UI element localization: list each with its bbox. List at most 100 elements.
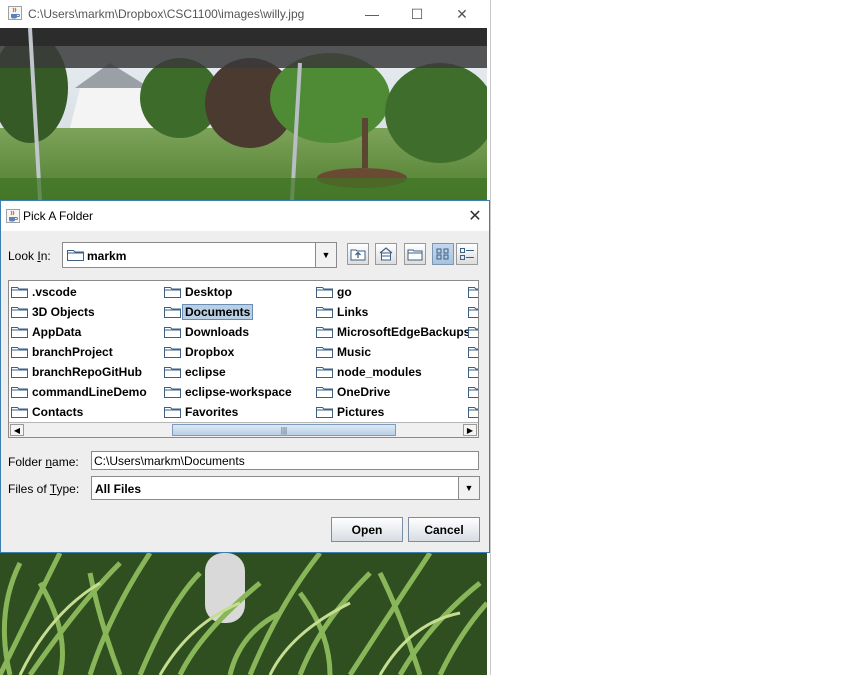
folder-list-item[interactable]: Downloads [164,323,249,341]
folder-icon [11,307,28,318]
folder-list-item[interactable]: node_modules [316,363,422,381]
folder-list-item[interactable]: Pictures [316,403,384,421]
folder-icon [11,367,28,378]
folder-list-item[interactable]: MicrosoftEdgeBackups [316,323,470,341]
folder-list-item[interactable]: branchProject [11,343,113,361]
folder-list-item[interactable]: Documents [164,303,254,321]
chevron-down-icon[interactable]: ▼ [458,477,479,499]
folder-name-input[interactable] [91,451,479,470]
open-button[interactable]: Open [331,517,403,542]
folder-list-item[interactable]: eclipse [164,363,226,381]
look-in-dropdown[interactable]: markm ▼ [62,242,337,268]
look-in-value: markm [87,249,127,263]
folder-icon [164,287,181,298]
folder-icon [316,307,333,318]
folder-list-item[interactable]: Contacts [11,403,83,421]
folder-list-item[interactable]: Dropbox [164,343,234,361]
folder-name: Pictures [337,405,385,419]
folder-name-label: Folder name: [8,455,79,469]
folder-list-item[interactable]: Favorites [164,403,238,421]
folder-icon [11,387,28,398]
folder-icon [11,327,28,338]
folder-name: commandLineDemo [32,385,147,399]
folder-list-item[interactable]: OneDrive [316,383,390,401]
folder-list-item-clipped[interactable] [468,343,478,361]
folder-icon [468,367,478,378]
folder-icon [164,407,181,418]
folder-list-item[interactable]: 3D Objects [11,303,95,321]
folder-list-item-clipped[interactable] [468,283,478,301]
details-view-button[interactable] [456,243,478,265]
folder-name: AppData [32,325,82,339]
folder-list-item-clipped[interactable] [468,303,478,321]
image-window-titlebar[interactable]: C:\Users\markm\Dropbox\CSC1100\images\wi… [0,0,490,28]
folder-icon [164,327,181,338]
folder-name: Documents [182,304,254,320]
folder-name: Favorites [185,405,239,419]
folder-name: OneDrive [337,385,391,399]
folder-icon [164,347,181,358]
folder-name: 3D Objects [32,305,95,319]
folder-name: Desktop [185,285,233,299]
folder-list-item[interactable]: AppData [11,323,81,341]
pick-folder-dialog: Pick A Folder ✕ Look In: markm ▼ .vscode… [0,200,490,553]
details-view-icon [460,248,474,260]
files-of-type-dropdown[interactable]: All Files ▼ [91,476,480,500]
home-button[interactable] [375,243,397,265]
folder-icon [316,387,333,398]
list-view-icon [436,248,449,260]
scrollbar-thumb[interactable]: ||| [172,424,396,436]
new-folder-button[interactable] [404,243,426,265]
folder-list-item[interactable]: Music [316,343,371,361]
folder-name: Contacts [32,405,84,419]
maximize-button[interactable]: ☐ [395,2,439,26]
scroll-left-icon[interactable]: ◀ [10,424,24,436]
folder-icon [468,327,478,338]
look-in-label: Look In: [8,249,51,263]
folder-list-item[interactable]: eclipse-workspace [164,383,292,401]
close-button[interactable]: ✕ [440,2,484,26]
folder-list-item-clipped[interactable] [468,323,478,341]
folder-list-item[interactable]: branchRepoGitHub [11,363,142,381]
folder-icon [164,387,181,398]
folder-name: .vscode [32,285,77,299]
folder-icon [316,367,333,378]
folder-icon [468,407,478,418]
folder-list-item[interactable]: Desktop [164,283,232,301]
folder-list-item-clipped[interactable] [468,383,478,401]
folder-list-item[interactable]: go [316,283,352,301]
photo-top-portion [0,28,487,200]
folder-icon [316,407,333,418]
java-coffee-icon [8,6,22,20]
up-one-level-icon [350,249,366,261]
minimize-button[interactable]: — [350,2,394,26]
dialog-close-button[interactable]: ✕ [463,204,487,228]
folder-icon [67,250,84,261]
new-folder-icon [407,249,423,261]
files-of-type-label: Files of Type: [8,482,80,496]
folder-icon [468,307,478,318]
folder-icon [468,287,478,298]
horizontal-scrollbar[interactable]: ◀ ||| ▶ [9,422,478,437]
folder-name: Downloads [185,325,250,339]
folder-name: Links [337,305,369,319]
folder-icon [468,347,478,358]
folder-icon [164,307,181,318]
scroll-right-icon[interactable]: ▶ [463,424,477,436]
folder-name: branchProject [32,345,113,359]
folder-icon [468,387,478,398]
file-list-pane[interactable]: .vscode 3D Objects AppData branchProject bra… [8,280,479,438]
folder-list-item[interactable]: Links [316,303,368,321]
dialog-titlebar[interactable]: Pick A Folder ✕ [1,201,489,231]
folder-list-item-clipped[interactable] [468,403,478,421]
folder-icon [11,287,28,298]
folder-list-item[interactable]: commandLineDemo [11,383,147,401]
list-view-button[interactable] [432,243,454,265]
chevron-down-icon[interactable]: ▼ [315,243,336,267]
folder-list-item[interactable]: .vscode [11,283,77,301]
folder-list-item-clipped[interactable] [468,363,478,381]
up-one-level-button[interactable] [347,243,369,265]
folder-name: MicrosoftEdgeBackups [337,325,471,339]
cancel-button[interactable]: Cancel [408,517,480,542]
folder-name: eclipse-workspace [185,385,292,399]
